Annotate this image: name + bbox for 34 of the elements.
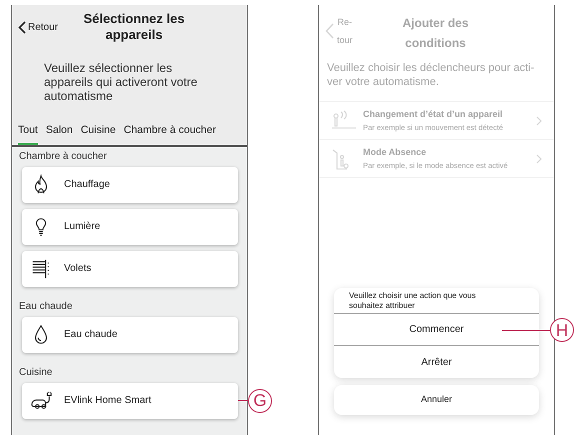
section-heading: Cuisine [19,366,54,380]
window-blinds-icon [30,258,52,280]
section-heading: Eau chaude [19,300,74,314]
chevron-left-icon [18,21,26,34]
device-card[interactable]: Eau chaude [22,316,238,353]
condition-title: Mode Absence [363,146,428,160]
back-button[interactable]: Retour [18,20,58,35]
screen-title: Sélectionnez les appareils [82,11,186,43]
description-text: Veuillez sélectionner les appareils qui activeront votre automatisme [44,61,198,103]
filter-tab[interactable]: Chambre à coucher [124,123,216,145]
action-button[interactable]: Arrêter [334,346,539,378]
cancel-button[interactable]: Annuler [334,385,539,415]
chevron-right-icon [536,154,542,164]
section-heading: Chambre à coucher [19,150,108,164]
device-card[interactable]: Lumière [22,208,238,245]
filter-tab[interactable]: Cuisine [80,123,116,145]
chevron-right-icon [536,116,542,126]
motion-sensor-icon [331,110,357,132]
callout-marker: G [248,388,272,413]
filter-tab[interactable]: Salon [46,123,73,145]
car-charger-icon [30,390,52,412]
back-label: tour [337,34,353,47]
device-card[interactable]: Volets [22,250,238,287]
condition-title: Changement d’état d’un appareil [363,108,504,122]
device-card[interactable]: Chauffage [22,166,238,203]
back-label: Re- [337,16,353,29]
device-card[interactable]: EVlink Home Smart [22,382,238,419]
chevron-left-icon [325,23,334,39]
action-prompt: Veuillez choisir une action que vous souhaitez attribuer [334,288,539,314]
filter-tab[interactable]: Tout [18,123,38,145]
leader-line [238,400,248,402]
screen-title: Ajouter des conditions [402,15,470,52]
description-text: Veuillez choisir les déclencheurs pour acti-ver votre automatisme. [326,61,536,89]
callout-marker: H [550,318,574,342]
